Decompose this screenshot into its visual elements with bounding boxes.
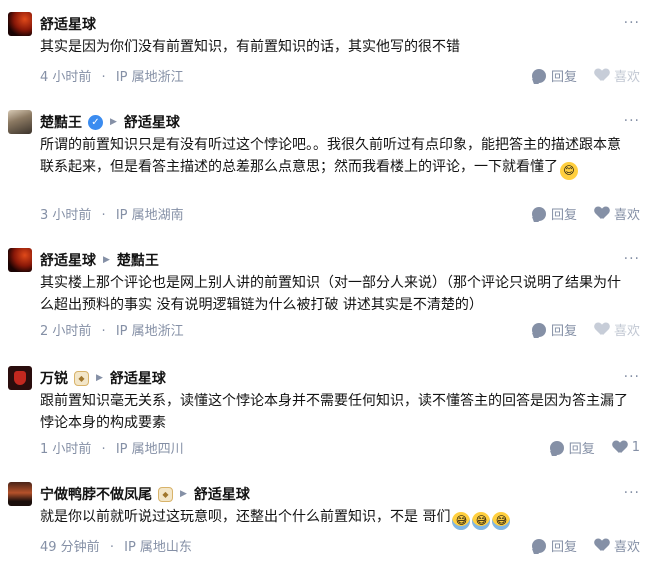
ip-location: IP 属地四川 — [115, 442, 184, 457]
comment-text: 所谓的前置知识只是有没有听过这个悖论吧。。我很久前听过有点印象，能把答主的描述跟… — [40, 134, 634, 180]
author-name[interactable]: 宁做鸭脖不做凤尾 — [40, 484, 152, 504]
comment-bubble-icon — [549, 440, 564, 455]
comment-header: 舒适星球 — [40, 14, 96, 34]
ip-location: IP 属地山东 — [124, 540, 192, 555]
comment-time: 4 小时前 — [40, 70, 92, 85]
comment-list: 舒适星球 ··· 其实是因为你们没有前置知识，有前置知识的话，其实他写的很不错 … — [0, 0, 658, 571]
ip-location: IP 属地浙江 — [115, 70, 184, 85]
comment-header: 楚黠王 ✓ ▶ 舒适星球 — [40, 112, 180, 132]
triangle-right-icon: ▶ — [110, 117, 117, 127]
comment-header: 宁做鸭脖不做凤尾 ◆ ▶ 舒适星球 — [40, 484, 250, 504]
avatar[interactable] — [8, 12, 32, 36]
more-dots-icon[interactable]: ··· — [624, 113, 640, 129]
comment-header: 舒适星球 ▶ 楚黠王 — [40, 250, 159, 270]
author-name[interactable]: 万锐 — [40, 368, 68, 388]
comment-item: 舒适星球 ▶ 楚黠王 ··· 其实楼上那个评论也是网上别人讲的前置知识（对一部分… — [0, 248, 658, 348]
comment-meta: 1 小时前 · IP 属地四川 — [40, 442, 184, 457]
comment-time: 2 小时前 — [40, 324, 92, 339]
comment-meta: 2 小时前 · IP 属地浙江 — [40, 324, 184, 339]
comment-bubble-icon — [531, 68, 546, 83]
comment-text-content: 所谓的前置知识只是有没有听过这个悖论吧。。我很久前听过有点印象，能把答主的描述跟… — [40, 137, 621, 175]
comment-text: 其实楼上那个评论也是网上别人讲的前置知识（对一部分人来说）（那个评论只说明了结果… — [40, 275, 621, 313]
emoji-icon: 😊 — [560, 162, 578, 180]
heart-icon — [595, 323, 609, 337]
heart-icon — [595, 69, 609, 83]
like-button[interactable]: 喜欢 — [595, 66, 640, 85]
comment-header: 万锐 ◆ ▶ 舒适星球 — [40, 368, 166, 388]
triangle-right-icon: ▶ — [103, 255, 110, 265]
like-button[interactable]: 喜欢 — [595, 536, 640, 555]
comment-meta: 4 小时前 · IP 属地浙江 — [40, 70, 184, 85]
comment-meta: 49 分钟前 · IP 属地山东 — [40, 540, 192, 555]
reply-label: 回复 — [550, 70, 577, 85]
reply-label: 回复 — [550, 208, 577, 223]
emoji-icon: 😅 — [492, 512, 511, 530]
reply-to-name[interactable]: 楚黠王 — [117, 250, 159, 270]
reply-label: 回复 — [550, 540, 577, 555]
triangle-right-icon: ▶ — [96, 373, 103, 383]
like-button[interactable]: 1 — [613, 440, 640, 455]
triangle-right-icon: ▶ — [180, 489, 187, 499]
reply-to-name[interactable]: 舒适星球 — [194, 484, 250, 504]
avatar[interactable] — [8, 366, 32, 390]
reply-button[interactable]: 回复 — [549, 438, 595, 457]
comment-actions: 回复 喜欢 — [514, 536, 640, 555]
like-count: 1 — [631, 440, 640, 455]
comment-actions: 回复 1 — [532, 438, 640, 457]
comment-item: 宁做鸭脖不做凤尾 ◆ ▶ 舒适星球 ··· 就是你以前就听说过这玩意呗，还整出个… — [0, 482, 658, 562]
reply-button[interactable]: 回复 — [531, 66, 577, 85]
more-dots-icon[interactable]: ··· — [624, 369, 640, 385]
avatar[interactable] — [8, 110, 32, 134]
comment-time: 1 小时前 — [40, 442, 92, 457]
author-name[interactable]: 楚黠王 — [40, 112, 82, 132]
reply-button[interactable]: 回复 — [531, 204, 577, 223]
member-badge-icon: ◆ — [158, 486, 173, 502]
comment-actions: 回复 喜欢 — [514, 204, 640, 223]
comment-bubble-icon — [531, 322, 546, 337]
avatar[interactable] — [8, 248, 32, 272]
emoji-icon: 😅 — [472, 512, 491, 530]
emoji-icon: 😅 — [452, 512, 471, 530]
reply-to-name[interactable]: 舒适星球 — [110, 368, 166, 388]
like-label: 喜欢 — [613, 324, 640, 339]
comment-bubble-icon — [531, 538, 546, 553]
verified-check-icon: ✓ — [88, 114, 103, 130]
reply-to-name[interactable]: 舒适星球 — [124, 112, 180, 132]
heart-icon — [595, 207, 609, 221]
avatar[interactable] — [8, 482, 32, 506]
comment-meta: 3 小时前 · IP 属地湖南 — [40, 208, 184, 223]
reply-button[interactable]: 回复 — [531, 536, 577, 555]
comment-item: 万锐 ◆ ▶ 舒适星球 ··· 跟前置知识毫无关系，读懂这个悖论本身并不需要任何… — [0, 366, 658, 466]
comment-item: 楚黠王 ✓ ▶ 舒适星球 ··· 所谓的前置知识只是有没有听过这个悖论吧。。我很… — [0, 110, 658, 230]
like-button[interactable]: 喜欢 — [595, 204, 640, 223]
heart-icon — [595, 539, 609, 553]
like-label: 喜欢 — [613, 208, 640, 223]
reply-label: 回复 — [568, 442, 595, 457]
reply-button[interactable]: 回复 — [531, 320, 577, 339]
member-badge-icon: ◆ — [74, 370, 89, 386]
comment-text-content: 就是你以前就听说过这玩意呗，还整出个什么前置知识，不是 哥们 — [40, 509, 451, 525]
more-dots-icon[interactable]: ··· — [624, 15, 640, 31]
comment-text: 就是你以前就听说过这玩意呗，还整出个什么前置知识，不是 哥们 😅 😅 😅 — [40, 506, 634, 530]
comment-item: 舒适星球 ··· 其实是因为你们没有前置知识，有前置知识的话，其实他写的很不错 … — [0, 12, 658, 92]
comment-time: 49 分钟前 — [40, 540, 100, 555]
comment-time: 3 小时前 — [40, 208, 92, 223]
comment-bubble-icon — [531, 206, 546, 221]
ip-location: IP 属地湖南 — [115, 208, 184, 223]
heart-icon — [613, 441, 627, 455]
like-label: 喜欢 — [613, 540, 640, 555]
ip-location: IP 属地浙江 — [115, 324, 184, 339]
more-dots-icon[interactable]: ··· — [624, 485, 640, 501]
comment-text: 跟前置知识毫无关系，读懂这个悖论本身并不需要任何知识，读不懂答主的回答是因为答主… — [40, 393, 628, 431]
like-label: 喜欢 — [613, 70, 640, 85]
comment-actions: 回复 喜欢 — [514, 320, 640, 339]
comment-actions: 回复 喜欢 — [514, 66, 640, 85]
comment-text: 其实是因为你们没有前置知识，有前置知识的话，其实他写的很不错 — [40, 39, 460, 55]
like-button[interactable]: 喜欢 — [595, 320, 640, 339]
reply-label: 回复 — [550, 324, 577, 339]
author-name[interactable]: 舒适星球 — [40, 14, 96, 34]
more-dots-icon[interactable]: ··· — [624, 251, 640, 267]
author-name[interactable]: 舒适星球 — [40, 250, 96, 270]
